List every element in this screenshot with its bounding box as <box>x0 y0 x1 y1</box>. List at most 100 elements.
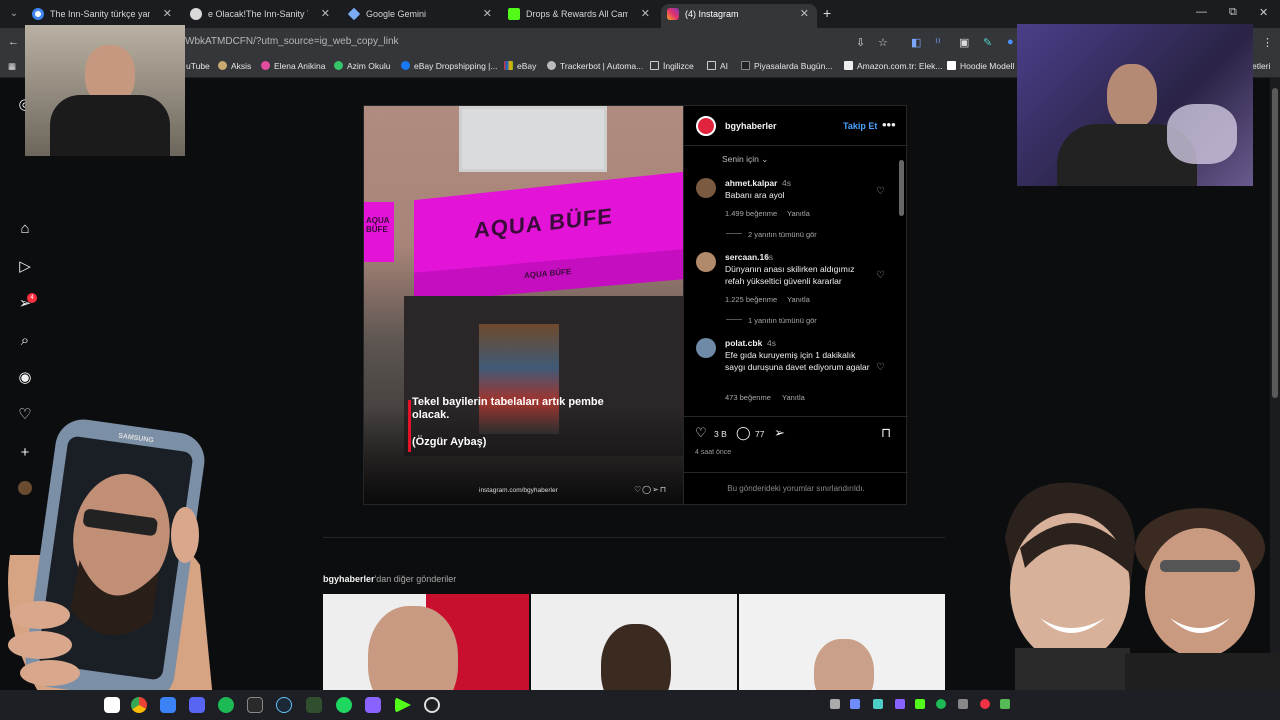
bookmark-ebay[interactable]: eBay <box>504 61 536 71</box>
tray-icon[interactable] <box>850 699 860 709</box>
bookmark-star-icon[interactable]: ☆ <box>878 36 888 49</box>
view-replies-button[interactable]: 2 yanıtın tümünü gör <box>726 230 817 239</box>
close-icon[interactable]: ✕ <box>483 4 492 24</box>
close-icon[interactable]: ✕ <box>800 4 809 24</box>
more-posts-username[interactable]: bgyhaberler <box>323 574 375 584</box>
taskbar-app-icon[interactable] <box>306 697 322 713</box>
extension-wave-icon[interactable]: ⁾⁾ <box>935 36 940 49</box>
search-icon[interactable]: ⌕ <box>16 332 34 350</box>
comment-icon[interactable]: ◯ <box>736 425 751 441</box>
tab-inn-sanity-patch[interactable]: e Olacak!The Inn-Sanity Türkçe ✕ <box>184 4 338 28</box>
bookmark-trackerbot[interactable]: Trackerbot | Automa... <box>547 61 643 71</box>
kick-icon[interactable] <box>395 697 411 713</box>
tab-search-icon[interactable]: ⌄ <box>6 6 22 22</box>
post-thumbnail[interactable] <box>739 594 945 690</box>
page-scroll-thumb[interactable] <box>1272 88 1278 398</box>
extension-blue-icon[interactable]: ● <box>1007 36 1014 48</box>
spotify-icon[interactable] <box>336 697 352 713</box>
tab-drops-rewards[interactable]: Drops & Rewards All Campaign ✕ <box>502 4 658 28</box>
install-app-icon[interactable]: ⇩ <box>856 36 865 49</box>
image-mini-icons: ♡◯➢⊓ <box>634 485 668 494</box>
comment-username[interactable]: polat.cbk <box>725 338 762 348</box>
new-tab-button[interactable]: + <box>823 5 831 21</box>
bookmark-folder-ingilizce[interactable]: İngilizce <box>650 61 694 71</box>
comment-sort-dropdown[interactable]: Senin için ⌄ <box>722 154 768 165</box>
close-window-icon[interactable]: ✕ <box>1259 6 1268 19</box>
like-comment-icon[interactable]: ♡ <box>876 186 885 197</box>
save-bookmark-icon[interactable]: ⊓ <box>881 425 891 441</box>
like-comment-icon[interactable]: ♡ <box>876 270 885 281</box>
comment-likes[interactable]: 1.225 beğenme <box>725 295 777 304</box>
bookmark-amazon[interactable]: Amazon.com.tr: Elek... <box>844 61 943 71</box>
reply-button[interactable]: Yanıtla <box>787 295 810 304</box>
follow-button[interactable]: Takip Et <box>843 121 877 131</box>
bookmark-ebay-dropshipping[interactable]: eBay Dropshipping |... <box>401 61 497 71</box>
reply-button[interactable]: Yanıtla <box>782 393 805 402</box>
reels-icon[interactable]: ▷ <box>16 258 34 276</box>
maximize-icon[interactable]: ⧉ <box>1229 6 1237 19</box>
minimize-icon[interactable]: — <box>1196 6 1207 18</box>
taskbar-app-icon[interactable] <box>104 697 120 713</box>
bookmark-azim-okulu[interactable]: Azim Okulu <box>334 61 390 71</box>
bookmark-etleri[interactable]: etleri <box>1252 61 1270 71</box>
epic-games-icon[interactable] <box>247 697 263 713</box>
close-icon[interactable]: ✕ <box>641 4 650 24</box>
extension-square-icon[interactable]: ▣ <box>959 36 969 49</box>
tray-icon[interactable] <box>830 699 840 709</box>
comments-scroll-thumb[interactable] <box>899 160 904 216</box>
extension-tool-icon[interactable]: ✎ <box>983 36 992 49</box>
taskbar-app-icon[interactable] <box>160 697 176 713</box>
tray-icon[interactable] <box>895 699 905 709</box>
poster-avatar[interactable] <box>696 116 716 136</box>
poster-username[interactable]: bgyhaberler <box>725 121 777 131</box>
bookmark-folder-ai[interactable]: AI <box>707 61 728 71</box>
comments-scrollbar[interactable] <box>898 150 906 414</box>
comment-username[interactable]: sercaan.16 <box>725 252 769 262</box>
tray-icon[interactable] <box>980 699 990 709</box>
bookmark-youtube[interactable]: uTube <box>186 61 210 71</box>
share-icon[interactable]: ➢ <box>774 425 785 441</box>
tab-google-gemini[interactable]: Google Gemini ✕ <box>342 4 500 28</box>
apps-grid-icon[interactable]: ▦ <box>8 61 16 72</box>
like-count[interactable]: 3 B <box>714 429 727 439</box>
browser-menu-icon[interactable]: ⋮ <box>1262 36 1273 49</box>
bookmark-piyasalarda-bugun[interactable]: Piyasalarda Bugün... <box>741 61 832 71</box>
taskbar-app-icon[interactable] <box>365 697 381 713</box>
like-comment-icon[interactable]: ♡ <box>876 362 885 373</box>
comment-text: Dünyanın anası skilirken aldıgımız refah… <box>725 264 855 286</box>
reply-button[interactable]: Yanıtla <box>787 209 810 218</box>
comment-avatar[interactable] <box>696 252 716 272</box>
obs-icon[interactable] <box>424 697 440 713</box>
translate-icon[interactable]: ◧ <box>911 36 921 49</box>
bookmark-hoodie[interactable]: Hoodie Modell <box>947 61 1014 71</box>
like-heart-icon[interactable]: ♡ <box>695 425 707 441</box>
close-icon[interactable]: ✕ <box>321 4 330 24</box>
comment-likes[interactable]: 473 beğenme <box>725 393 771 402</box>
comment-likes[interactable]: 1.499 beğenme <box>725 209 777 218</box>
home-icon[interactable]: ⌂ <box>16 220 34 238</box>
explore-icon[interactable]: ◉ <box>16 369 34 387</box>
discord-icon[interactable] <box>189 697 205 713</box>
back-icon[interactable]: ← <box>8 36 19 48</box>
tray-icon[interactable] <box>958 699 968 709</box>
comment-avatar[interactable] <box>696 178 716 198</box>
post-thumbnail[interactable] <box>531 594 737 690</box>
tray-icon[interactable] <box>915 699 925 709</box>
bookmark-aksis[interactable]: Aksis <box>218 61 251 71</box>
more-options-icon[interactable]: ••• <box>882 117 896 132</box>
tray-icon[interactable] <box>936 699 946 709</box>
comment-username[interactable]: ahmet.kalpar <box>725 178 777 188</box>
post-thumbnail[interactable] <box>323 594 529 690</box>
tray-icon[interactable] <box>873 699 883 709</box>
comment-avatar[interactable] <box>696 338 716 358</box>
tab-instagram[interactable]: (4) Instagram ✕ <box>661 4 817 28</box>
chrome-icon[interactable] <box>131 697 147 713</box>
bookmark-elena-anikina[interactable]: Elena Anikina <box>261 61 326 71</box>
view-replies-button[interactable]: 1 yanıtın tümünü gör <box>726 316 817 325</box>
tray-icon[interactable] <box>1000 699 1010 709</box>
close-icon[interactable]: ✕ <box>163 4 172 24</box>
xbox-icon[interactable] <box>218 697 234 713</box>
url-field[interactable]: WbkATMDCFN/?utm_source=ig_web_copy_link <box>185 36 399 47</box>
post-image[interactable]: AQUA BÜFE AQUA BÜFE AQUA BÜFE Tekel bayi… <box>364 106 683 504</box>
steam-icon[interactable] <box>276 697 292 713</box>
